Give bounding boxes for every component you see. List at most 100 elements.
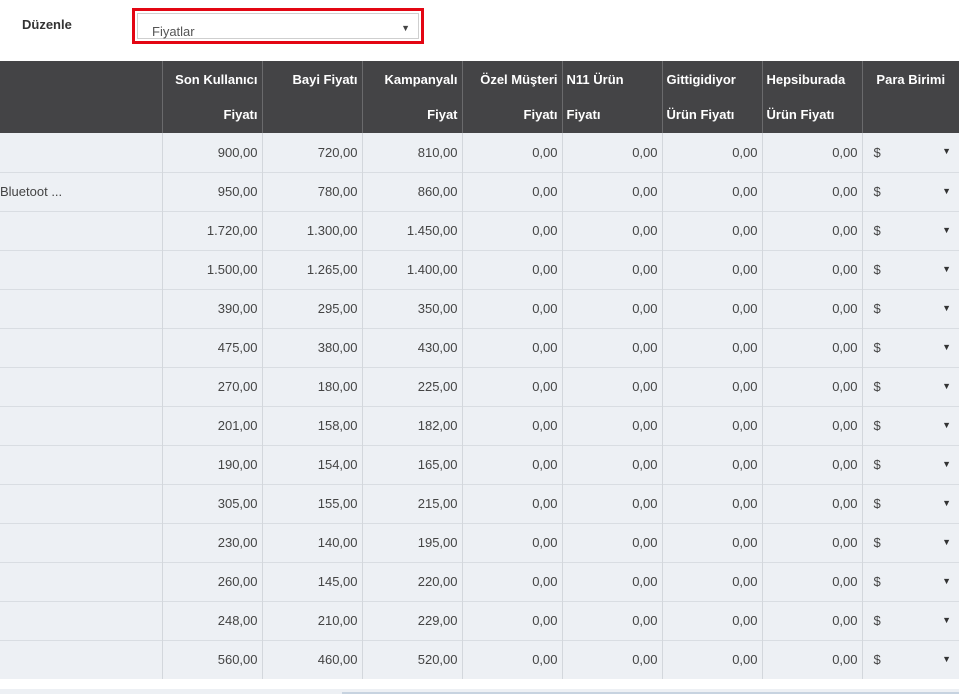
cell-campaign-price[interactable]: 165,00 [361,444,462,484]
currency-select[interactable]: $ ▼ [861,444,959,484]
cell-n11-price[interactable]: 0,00 [561,249,662,289]
table-row[interactable]: 190,00 154,00 165,00 0,00 0,00 0,00 0,00 $ ▼ [0,444,959,484]
cell-gittigidiyor-price[interactable]: 0,00 [661,405,762,445]
cell-n11-price[interactable]: 0,00 [561,288,662,328]
table-row[interactable]: 560,00 460,00 520,00 0,00 0,00 0,00 0,00 $ ▼ [0,639,959,679]
cell-special-customer-price[interactable]: 0,00 [461,600,562,640]
cell-gittigidiyor-price[interactable]: 0,00 [661,483,762,523]
cell-gittigidiyor-price[interactable]: 0,00 [661,561,762,601]
table-row[interactable]: 230,00 140,00 195,00 0,00 0,00 0,00 0,00 $ ▼ [0,522,959,562]
table-row[interactable]: 900,00 720,00 810,00 0,00 0,00 0,00 0,00 $ ▼ [0,133,959,172]
cell-gittigidiyor-price[interactable]: 0,00 [661,600,762,640]
cell-dealer-price[interactable]: 155,00 [261,483,362,523]
cell-campaign-price[interactable]: 1.400,00 [361,249,462,289]
cell-end-user-price[interactable]: 270,00 [161,366,262,406]
cell-gittigidiyor-price[interactable]: 0,00 [661,639,762,679]
cell-hepsiburada-price[interactable]: 0,00 [761,522,862,562]
column-header-hepsiburada-price[interactable]: Hepsiburada Ürün Fiyatı [761,61,862,133]
currency-select[interactable]: $ ▼ [861,366,959,406]
cell-dealer-price[interactable]: 720,00 [261,133,362,172]
table-row[interactable]: Bluetoot ... 950,00 780,00 860,00 0,00 0,00 0,… [0,171,959,211]
cell-gittigidiyor-price[interactable]: 0,00 [661,249,762,289]
cell-n11-price[interactable]: 0,00 [561,600,662,640]
cell-dealer-price[interactable]: 180,00 [261,366,362,406]
cell-n11-price[interactable]: 0,00 [561,483,662,523]
cell-hepsiburada-price[interactable]: 0,00 [761,366,862,406]
cell-end-user-price[interactable]: 1.720,00 [161,210,262,250]
cell-campaign-price[interactable]: 350,00 [361,288,462,328]
currency-select[interactable]: $ ▼ [861,171,959,211]
cell-end-user-price[interactable]: 1.500,00 [161,249,262,289]
currency-select[interactable]: $ ▼ [861,522,959,562]
cell-special-customer-price[interactable]: 0,00 [461,444,562,484]
cell-dealer-price[interactable]: 158,00 [261,405,362,445]
cell-special-customer-price[interactable]: 0,00 [461,249,562,289]
cell-n11-price[interactable]: 0,00 [561,133,662,172]
cell-dealer-price[interactable]: 460,00 [261,639,362,679]
cell-n11-price[interactable]: 0,00 [561,561,662,601]
cell-n11-price[interactable]: 0,00 [561,210,662,250]
cell-end-user-price[interactable]: 201,00 [161,405,262,445]
cell-hepsiburada-price[interactable]: 0,00 [761,600,862,640]
currency-select[interactable]: $ ▼ [861,405,959,445]
cell-n11-price[interactable]: 0,00 [561,327,662,367]
cell-hepsiburada-price[interactable]: 0,00 [761,327,862,367]
cell-end-user-price[interactable]: 475,00 [161,327,262,367]
cell-end-user-price[interactable]: 900,00 [161,133,262,172]
table-row[interactable]: 305,00 155,00 215,00 0,00 0,00 0,00 0,00 $ ▼ [0,483,959,523]
cell-special-customer-price[interactable]: 0,00 [461,288,562,328]
cell-campaign-price[interactable]: 810,00 [361,133,462,172]
cell-special-customer-price[interactable]: 0,00 [461,405,562,445]
cell-special-customer-price[interactable]: 0,00 [461,327,562,367]
cell-campaign-price[interactable]: 1.450,00 [361,210,462,250]
cell-campaign-price[interactable]: 520,00 [361,639,462,679]
cell-gittigidiyor-price[interactable]: 0,00 [661,171,762,211]
currency-select[interactable]: $ ▼ [861,249,959,289]
cell-special-customer-price[interactable]: 0,00 [461,210,562,250]
cell-dealer-price[interactable]: 154,00 [261,444,362,484]
currency-select[interactable]: $ ▼ [861,600,959,640]
cell-n11-price[interactable]: 0,00 [561,522,662,562]
table-row[interactable]: 270,00 180,00 225,00 0,00 0,00 0,00 0,00 $ ▼ [0,366,959,406]
currency-select[interactable]: $ ▼ [861,133,959,172]
column-header-campaign-price[interactable]: Kampanyalı Fiyat [361,61,462,133]
cell-special-customer-price[interactable]: 0,00 [461,366,562,406]
table-row[interactable]: 1.500,00 1.265,00 1.400,00 0,00 0,00 0,00 0,00… [0,249,959,289]
cell-dealer-price[interactable]: 380,00 [261,327,362,367]
cell-special-customer-price[interactable]: 0,00 [461,171,562,211]
cell-campaign-price[interactable]: 182,00 [361,405,462,445]
cell-dealer-price[interactable]: 140,00 [261,522,362,562]
cell-dealer-price[interactable]: 145,00 [261,561,362,601]
cell-hepsiburada-price[interactable]: 0,00 [761,171,862,211]
cell-end-user-price[interactable]: 950,00 [161,171,262,211]
currency-select[interactable]: $ ▼ [861,483,959,523]
cell-end-user-price[interactable]: 305,00 [161,483,262,523]
currency-select[interactable]: $ ▼ [861,561,959,601]
cell-gittigidiyor-price[interactable]: 0,00 [661,522,762,562]
currency-select[interactable]: $ ▼ [861,327,959,367]
cell-end-user-price[interactable]: 230,00 [161,522,262,562]
table-row[interactable]: 1.720,00 1.300,00 1.450,00 0,00 0,00 0,00 0,00… [0,210,959,250]
table-row[interactable]: 260,00 145,00 220,00 0,00 0,00 0,00 0,00 $ ▼ [0,561,959,601]
currency-select[interactable]: $ ▼ [861,288,959,328]
cell-special-customer-price[interactable]: 0,00 [461,639,562,679]
cell-hepsiburada-price[interactable]: 0,00 [761,405,862,445]
column-header-end-user-price[interactable]: Son Kullanıcı Fiyatı [161,61,262,133]
table-row[interactable]: 475,00 380,00 430,00 0,00 0,00 0,00 0,00 $ ▼ [0,327,959,367]
cell-campaign-price[interactable]: 220,00 [361,561,462,601]
cell-gittigidiyor-price[interactable]: 0,00 [661,133,762,172]
table-row[interactable]: 390,00 295,00 350,00 0,00 0,00 0,00 0,00 $ ▼ [0,288,959,328]
cell-dealer-price[interactable]: 780,00 [261,171,362,211]
cell-dealer-price[interactable]: 1.300,00 [261,210,362,250]
cell-hepsiburada-price[interactable]: 0,00 [761,249,862,289]
cell-hepsiburada-price[interactable]: 0,00 [761,639,862,679]
cell-campaign-price[interactable]: 860,00 [361,171,462,211]
cell-hepsiburada-price[interactable]: 0,00 [761,444,862,484]
cell-special-customer-price[interactable]: 0,00 [461,133,562,172]
cell-gittigidiyor-price[interactable]: 0,00 [661,210,762,250]
cell-end-user-price[interactable]: 248,00 [161,600,262,640]
cell-end-user-price[interactable]: 560,00 [161,639,262,679]
cell-campaign-price[interactable]: 225,00 [361,366,462,406]
cell-n11-price[interactable]: 0,00 [561,405,662,445]
cell-n11-price[interactable]: 0,00 [561,444,662,484]
